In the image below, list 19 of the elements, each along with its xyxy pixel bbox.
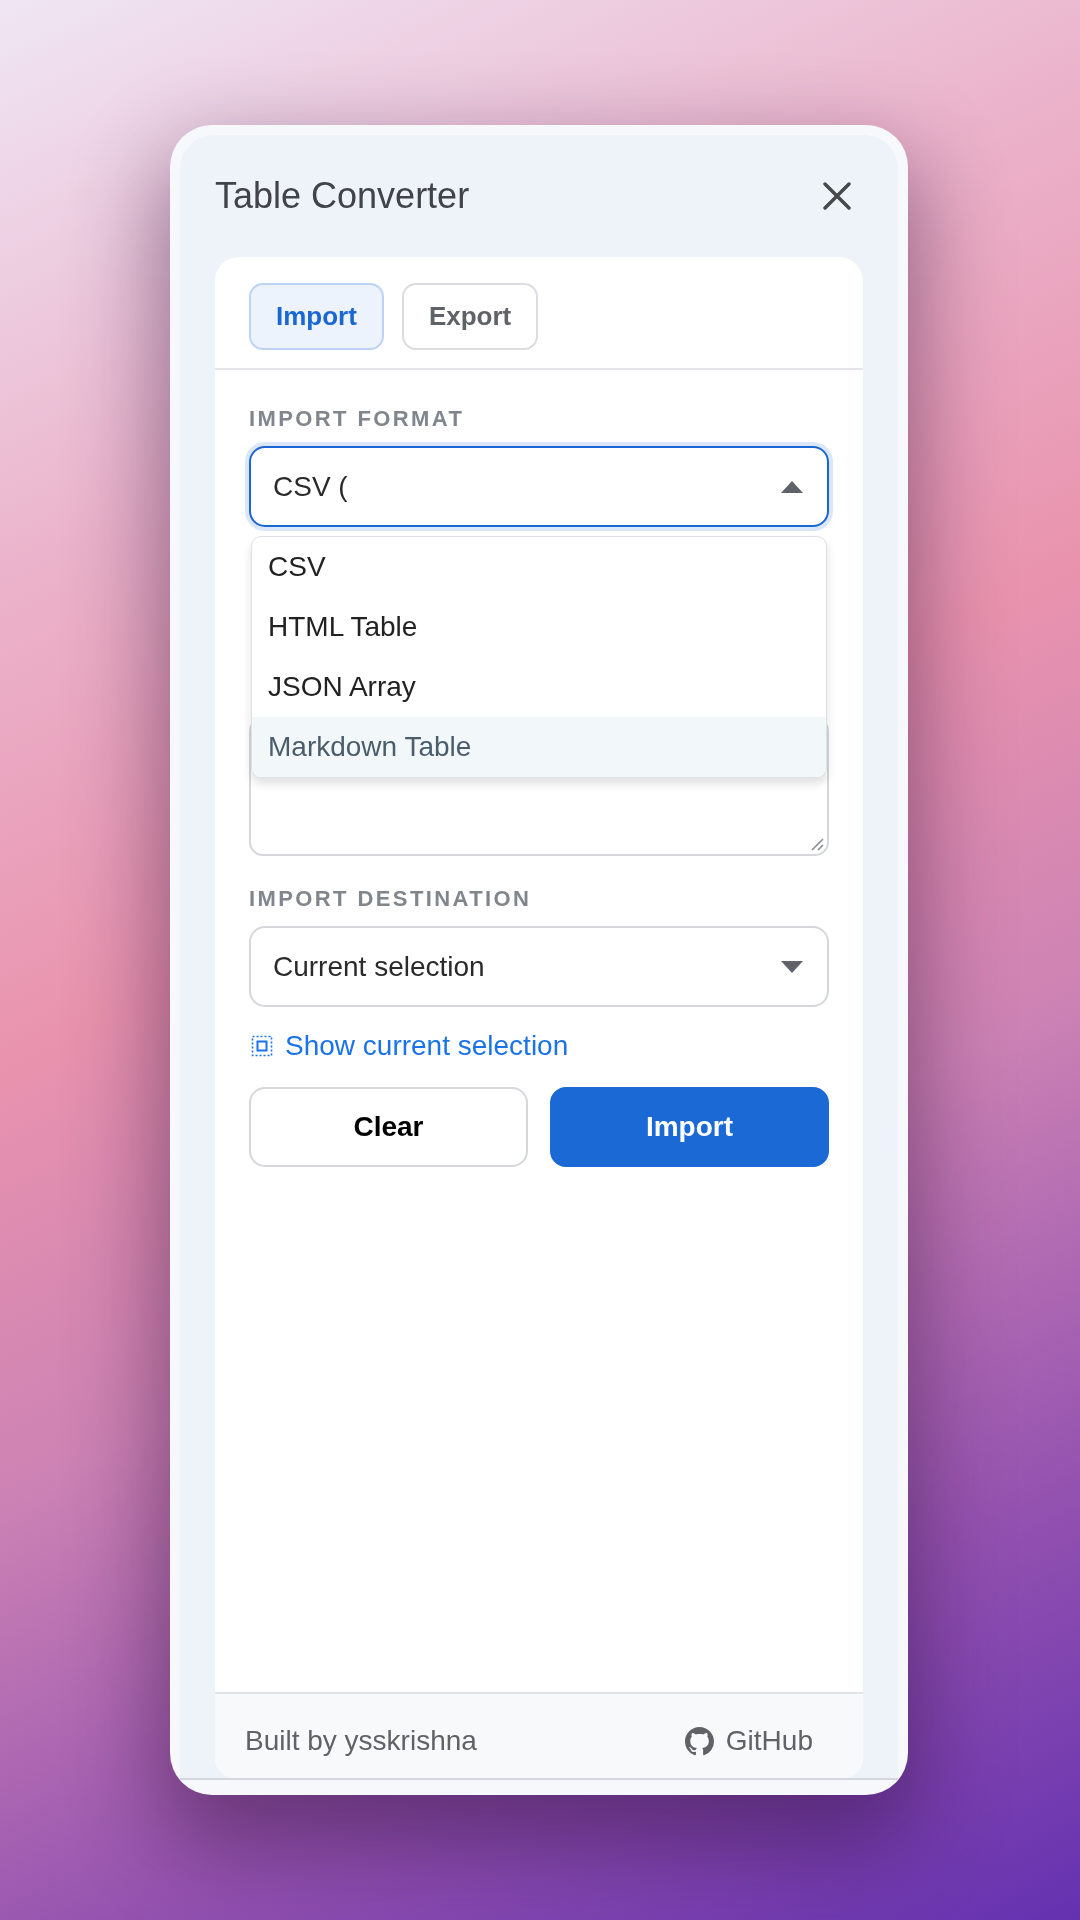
window-title: Table Converter <box>215 175 470 217</box>
show-selection-link[interactable]: Show current selection <box>249 1030 569 1062</box>
footer-credit: Built by ysskrishna <box>245 1725 477 1757</box>
close-icon[interactable] <box>823 182 851 210</box>
resize-grip-icon[interactable] <box>810 837 824 851</box>
selection-square-icon <box>251 1035 273 1057</box>
dropdown-option[interactable]: Markdown Table <box>252 717 826 777</box>
github-link[interactable]: GitHub <box>684 1725 813 1757</box>
dropdown-option[interactable]: JSON Array <box>252 657 826 717</box>
dropdown-option[interactable]: HTML Table <box>252 597 826 657</box>
field-label: IMPORT FORMAT <box>249 406 465 432</box>
dropdown-option[interactable]: CSV <box>252 537 826 597</box>
field-label: IMPORT DESTINATION <box>249 886 532 912</box>
github-icon <box>684 1726 714 1756</box>
secondary-button[interactable]: Clear <box>249 1087 528 1167</box>
tab[interactable]: Import <box>249 283 384 350</box>
tab[interactable]: Export <box>401 283 539 350</box>
primary-button[interactable]: Import <box>550 1087 829 1167</box>
destination-select[interactable]: Current selection <box>249 926 829 1007</box>
